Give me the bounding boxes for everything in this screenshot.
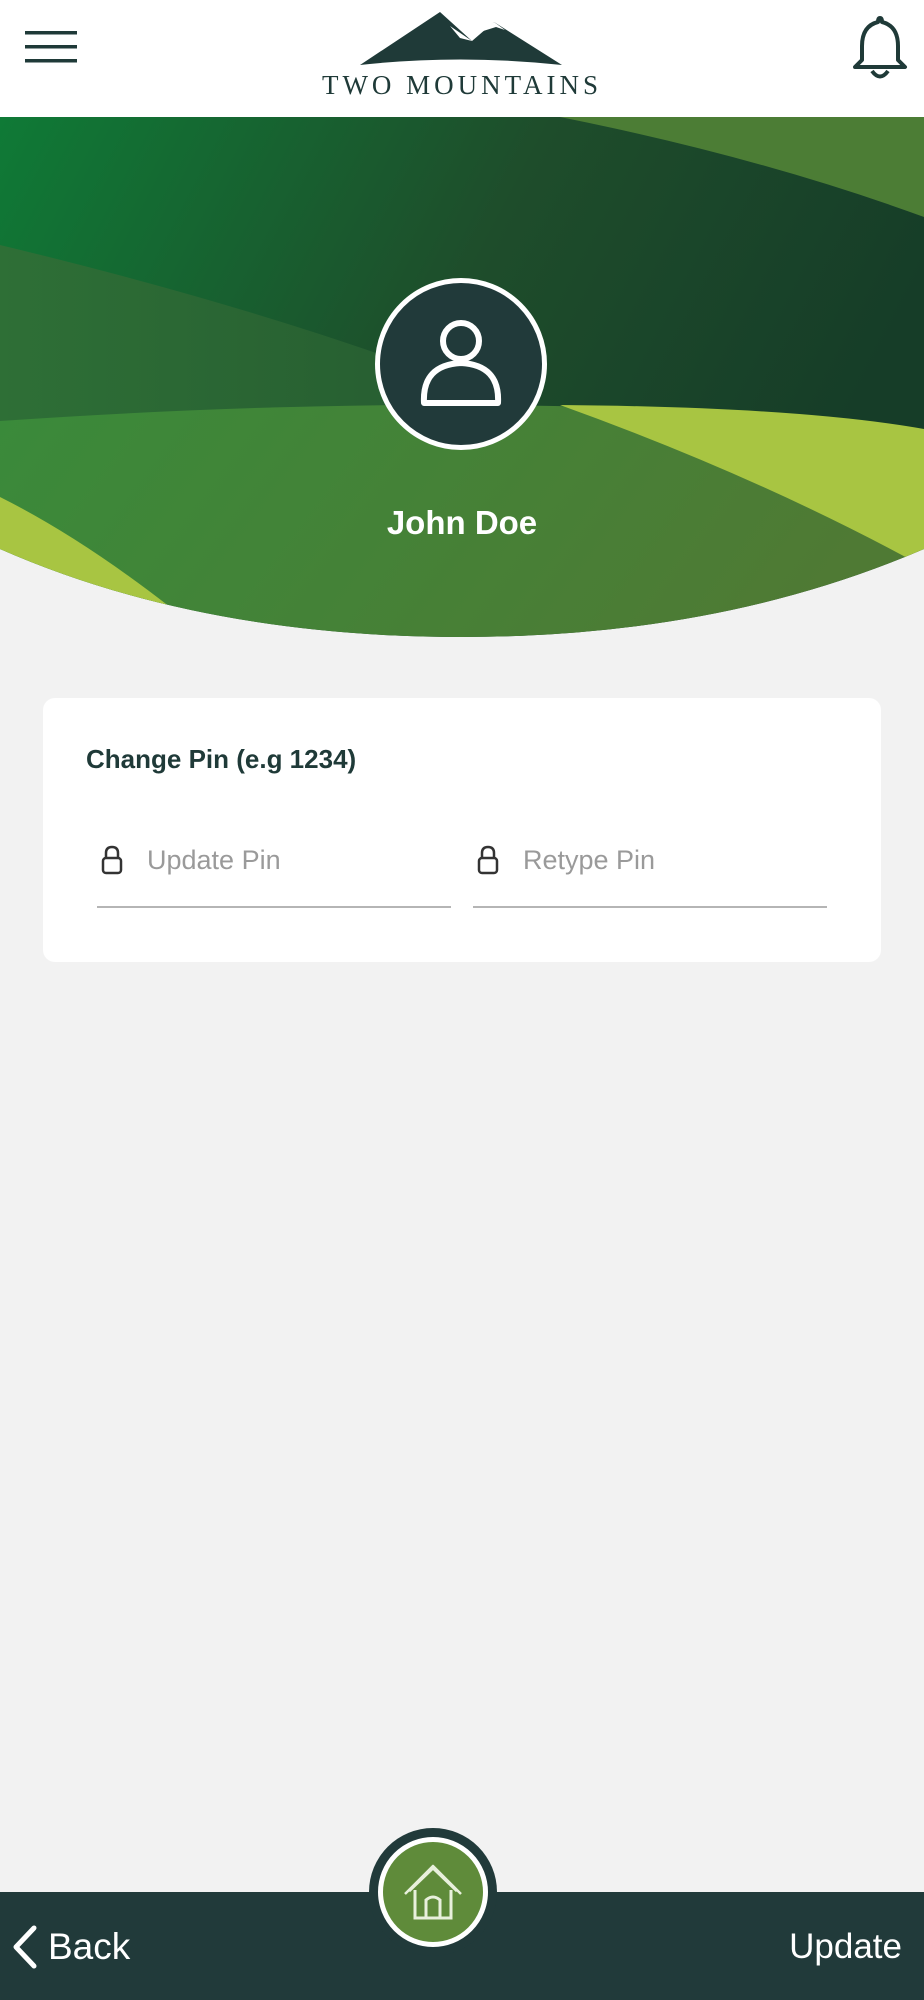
back-button[interactable]: Back — [10, 1912, 130, 1982]
card-title: Change Pin (e.g 1234) — [86, 744, 357, 774]
mountains-logo-icon — [360, 12, 562, 65]
back-label: Back — [48, 1926, 131, 1967]
lock-icon — [477, 845, 499, 875]
user-icon — [420, 320, 502, 406]
bell-icon[interactable] — [848, 14, 912, 82]
user-avatar[interactable] — [375, 278, 547, 450]
home-button[interactable] — [369, 1828, 497, 1956]
retype-pin-input[interactable] — [521, 836, 821, 884]
user-name: John Doe — [386, 504, 538, 541]
brand-logo: TWO MOUNTAINS — [300, 8, 624, 110]
retype-pin-field[interactable] — [473, 828, 827, 908]
update-button[interactable]: Update — [789, 1912, 902, 1982]
change-pin-card: Change Pin (e.g 1234) — [43, 698, 881, 962]
hamburger-menu-icon[interactable] — [25, 28, 79, 68]
top-bar: TWO MOUNTAINS — [0, 0, 924, 117]
update-pin-field[interactable] — [97, 828, 451, 908]
update-label: Update — [789, 1927, 902, 1966]
chevron-left-icon — [13, 1925, 37, 1969]
lock-icon — [101, 845, 123, 875]
update-pin-input[interactable] — [145, 836, 445, 884]
home-icon — [404, 1864, 462, 1920]
brand-name: TWO MOUNTAINS — [321, 70, 603, 100]
